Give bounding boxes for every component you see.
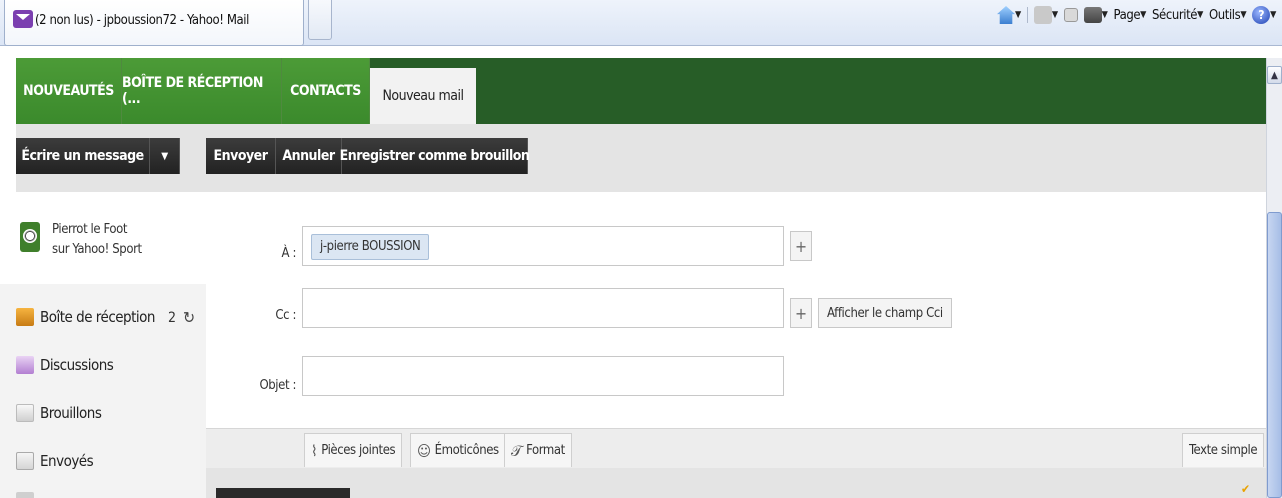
promo-line2: sur Yahoo! Sport [52, 242, 142, 257]
save-draft-button-label: Enregistrer comme brouillon [339, 148, 530, 164]
tab-label: NOUVEAUTÉS [23, 83, 114, 99]
print-icon [1083, 7, 1102, 23]
attachments-label: Pièces jointes [321, 443, 396, 458]
tab-inbox[interactable]: BOÎTE DE RÉCEPTION (... [122, 58, 282, 124]
compose-toolbar: Écrire un message ▼ Envoyer Annuler Enre… [16, 124, 1266, 192]
tab-label: BOÎTE DE RÉCEPTION (... [122, 75, 263, 107]
drafts-icon [16, 404, 34, 422]
send-button-bottom[interactable] [216, 488, 350, 498]
print-button[interactable]: ▼ [1083, 7, 1108, 23]
add-cc-button[interactable]: + [790, 298, 812, 328]
tab-contacts[interactable]: CONTACTS [282, 58, 370, 124]
refresh-icon[interactable]: ↻ [180, 306, 198, 328]
sidebar-item-label: Brouillons [40, 404, 102, 422]
tools-menu[interactable]: Outils ▼ [1208, 7, 1247, 23]
browser-tab-bar: (2 non lus) - jpboussion72 - Yahoo! Mail… [0, 0, 1282, 46]
plain-text-button[interactable]: Texte simple [1182, 433, 1265, 467]
tab-nouveautes[interactable]: NOUVEAUTÉS [16, 58, 122, 124]
tab-new-mail[interactable]: Nouveau mail [370, 68, 476, 124]
inbox-icon [16, 308, 34, 326]
inbox-unread-count: 2 [168, 310, 177, 326]
emoticons-button[interactable]: ☺ Émoticônes [410, 433, 506, 467]
format-button[interactable]: 𝒯 Format [504, 433, 572, 467]
yahoo-mail-favicon-icon [13, 10, 33, 28]
security-menu[interactable]: Sécurité ▼ [1152, 8, 1203, 23]
recipient-chip[interactable]: j-pierre BOUSSION [311, 234, 430, 260]
cc-label: Cc : [275, 308, 296, 323]
browser-tab-title: (2 non lus) - jpboussion72 - Yahoo! Mail [35, 13, 249, 28]
add-recipient-button[interactable]: + [790, 231, 812, 261]
discussions-icon [16, 356, 34, 374]
plain-text-label: Texte simple [1189, 443, 1258, 458]
home-button[interactable]: ▼ [997, 6, 1021, 24]
separator [1026, 7, 1028, 23]
page-scrollbar[interactable]: ▲ [1266, 58, 1282, 498]
sidebar: Pierrot le Foot sur Yahoo! Sport Boîte d… [0, 192, 206, 498]
show-bcc-button[interactable]: Afficher le champ Cci [818, 298, 952, 328]
tools-menu-label: Outils [1208, 7, 1241, 23]
tab-label: Nouveau mail [382, 88, 464, 104]
attachments-button[interactable]: ⌇ Pièces jointes [304, 433, 403, 467]
sidebar-item-discussions[interactable]: Discussions [16, 352, 114, 378]
save-draft-button[interactable]: Enregistrer comme brouillon [339, 138, 530, 174]
rss-icon [1033, 6, 1052, 24]
sidebar-item-sent[interactable]: Envoyés [16, 448, 94, 474]
compose-button[interactable]: Écrire un message [16, 138, 150, 174]
sidebar-item-label: Boîte de réception [40, 308, 155, 326]
help-menu[interactable]: ? ▼ [1252, 6, 1276, 24]
to-label: À : [281, 246, 297, 261]
compose-menu-button[interactable]: ▼ [150, 138, 180, 174]
sidebar-item-label: Envoyés [40, 452, 94, 470]
sidebar-item-label: Discussions [40, 356, 114, 374]
scroll-thumb[interactable] [1267, 212, 1282, 498]
emoticons-label: Émoticônes [434, 443, 499, 458]
browser-tab[interactable]: (2 non lus) - jpboussion72 - Yahoo! Mail [4, 0, 304, 46]
sidebar-item-drafts[interactable]: Brouillons [16, 400, 102, 426]
subject-field[interactable] [302, 356, 784, 396]
read-mail-icon [1063, 8, 1078, 22]
sidebar-item-inbox[interactable]: Boîte de réception [16, 304, 155, 330]
compose-form: À : j-pierre BOUSSION + Cc : + Afficher … [206, 192, 1266, 428]
format-label: Format [526, 443, 565, 458]
chevron-down-icon: ▼ [161, 150, 168, 162]
scroll-up-button[interactable]: ▲ [1267, 66, 1282, 84]
page-menu[interactable]: Page ▼ [1114, 8, 1147, 23]
format-toolbar: ⌇ Pièces jointes ☺ Émoticônes 𝒯 Format T… [206, 428, 1266, 468]
help-icon: ? [1252, 6, 1271, 24]
cancel-button-label: Annuler [282, 148, 335, 164]
compose-button-label: Écrire un message [21, 148, 144, 164]
page-menu-label: Page [1113, 7, 1141, 23]
security-menu-label: Sécurité [1152, 7, 1198, 23]
subject-label: Objet : [259, 378, 296, 393]
send-button[interactable]: Envoyer [206, 138, 276, 174]
to-field[interactable]: j-pierre BOUSSION [302, 226, 784, 266]
new-tab-button[interactable] [308, 0, 332, 40]
smiley-icon: ☺ [417, 441, 431, 460]
paperclip-icon: ⌇ [311, 441, 318, 460]
folder-icon [16, 492, 34, 498]
home-icon [997, 6, 1016, 24]
read-mail-button[interactable] [1063, 8, 1078, 22]
promo-link[interactable]: Pierrot le Foot sur Yahoo! Sport [0, 192, 206, 284]
norton-badge-icon [1241, 482, 1252, 496]
cancel-button[interactable]: Annuler [276, 138, 342, 174]
tab-label: CONTACTS [290, 83, 361, 99]
cc-field[interactable] [302, 288, 784, 328]
feeds-button[interactable]: ▼ [1033, 6, 1058, 24]
sent-icon [16, 452, 34, 470]
bottom-toolbar [206, 468, 1266, 498]
main-nav: NOUVEAUTÉS BOÎTE DE RÉCEPTION (... CONTA… [16, 58, 1266, 124]
send-button-label: Envoyer [213, 148, 268, 164]
format-icon: 𝒯 [511, 441, 523, 460]
soccer-ball-icon [20, 222, 40, 252]
browser-command-bar: ▼ ▼ ▼ Page ▼ Sécurité ▼ Outils ▼ ? ▼ [997, 0, 1276, 30]
sidebar-item-more[interactable] [16, 488, 34, 498]
promo-line1: Pierrot le Foot [52, 222, 128, 237]
